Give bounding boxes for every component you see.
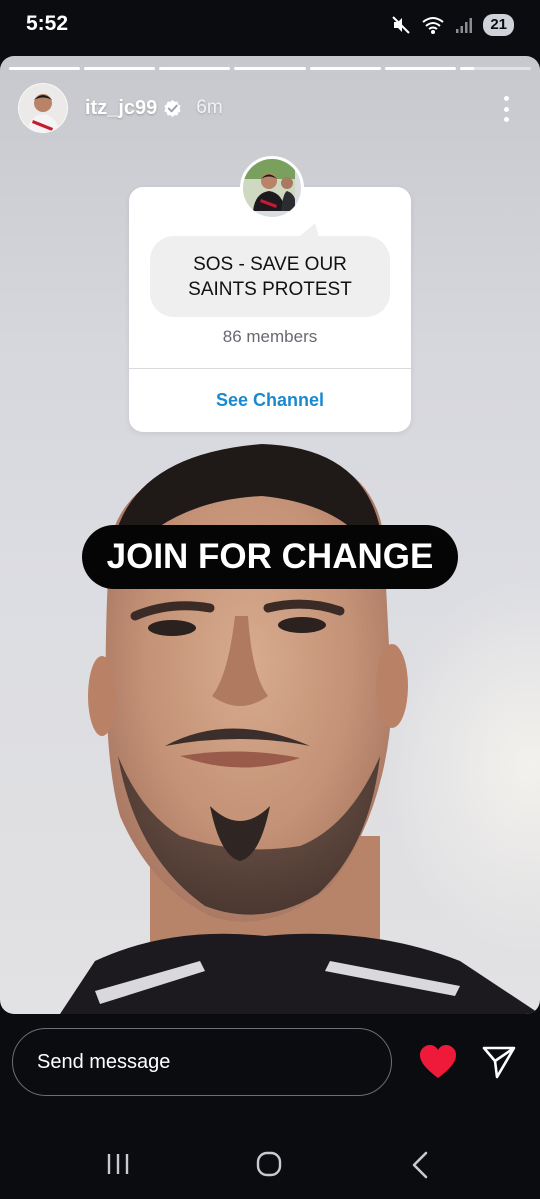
see-channel-button[interactable]: See Channel bbox=[129, 369, 411, 432]
send-icon[interactable] bbox=[481, 1044, 517, 1080]
username[interactable]: itz_jc99 bbox=[85, 97, 157, 120]
channel-avatar bbox=[240, 156, 304, 220]
status-icons: 21 bbox=[391, 12, 514, 38]
system-nav-bar bbox=[0, 1126, 540, 1199]
progress-segment bbox=[309, 67, 381, 70]
mute-icon bbox=[392, 16, 411, 34]
send-message-input[interactable]: Send message bbox=[12, 1028, 392, 1096]
channel-name-bubble: SOS - SAVE OUR SAINTS PROTEST bbox=[150, 236, 390, 317]
story-header: itz_jc99 6m bbox=[18, 83, 522, 133]
user-avatar[interactable] bbox=[18, 83, 68, 133]
recents-icon[interactable] bbox=[104, 1152, 132, 1176]
verified-badge-icon bbox=[164, 99, 181, 117]
progress-segment bbox=[9, 67, 81, 70]
more-vertical-icon[interactable] bbox=[494, 96, 518, 122]
home-icon[interactable] bbox=[256, 1151, 282, 1177]
member-count: 86 members bbox=[222, 327, 318, 346]
progress-segment bbox=[384, 67, 456, 70]
reply-bar: Send message bbox=[0, 1014, 540, 1124]
heart-icon[interactable] bbox=[419, 1044, 457, 1080]
story-viewer[interactable]: itz_jc99 6m SOS - SAVE OUR SAINTS PROTES… bbox=[0, 56, 540, 1014]
battery-badge: 21 bbox=[483, 14, 514, 36]
story-progress bbox=[9, 67, 531, 70]
wifi-icon bbox=[422, 17, 444, 34]
status-bar: 5:52 21 bbox=[0, 0, 540, 52]
sticker-text: JOIN FOR CHANGE bbox=[106, 537, 434, 576]
progress-segment-current bbox=[459, 67, 531, 70]
text-sticker: JOIN FOR CHANGE bbox=[82, 525, 458, 589]
signal-icon bbox=[456, 18, 473, 33]
progress-segment bbox=[234, 67, 306, 70]
screen: 5:52 21 itz_jc99 6m SOS - SAVE OUR SAINT… bbox=[0, 0, 540, 1199]
back-icon[interactable] bbox=[410, 1151, 430, 1179]
progress-segment bbox=[159, 67, 231, 70]
story-time-ago: 6m bbox=[196, 97, 223, 118]
bubble-tail bbox=[298, 223, 326, 237]
progress-segment bbox=[84, 67, 156, 70]
status-time: 5:52 bbox=[26, 12, 69, 35]
channel-card[interactable]: SOS - SAVE OUR SAINTS PROTEST 86 members… bbox=[129, 156, 411, 432]
channel-name: SOS - SAVE OUR SAINTS PROTEST bbox=[188, 253, 352, 300]
